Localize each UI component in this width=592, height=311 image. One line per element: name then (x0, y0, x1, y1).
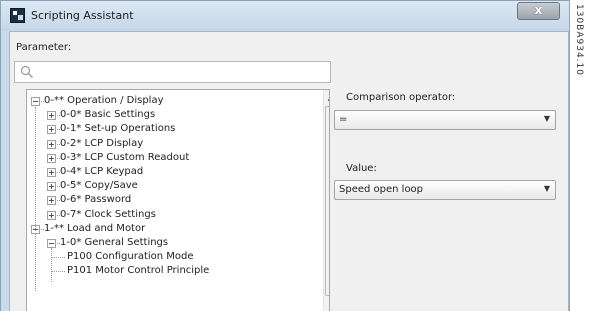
scroll-thumb[interactable] (325, 106, 329, 296)
tree-item[interactable]: 0-5* Copy/Save (60, 179, 138, 193)
tree-item[interactable]: 0-6* Password (60, 193, 131, 207)
tree-scrollbar[interactable]: ▲ (323, 90, 329, 311)
expand-icon[interactable] (47, 139, 56, 149)
tree-item[interactable]: 0-4* LCP Keypad (60, 165, 143, 179)
dialog-body: Parameter: ▲ 0-** Operation / Display0-0… (9, 31, 569, 311)
figure-code: 130BA934.10 (574, 4, 584, 77)
tree-item[interactable]: 0-1* Set-up Operations (60, 122, 175, 136)
parameter-search-input[interactable] (14, 61, 331, 83)
chevron-down-icon: ▼ (543, 184, 550, 193)
tree-item[interactable]: 0-7* Clock Settings (60, 208, 156, 222)
search-icon (20, 65, 33, 78)
app-icon (10, 8, 25, 23)
expand-icon[interactable] (47, 153, 56, 163)
tree-item[interactable]: 1-0* General Settings (60, 236, 168, 250)
expand-icon[interactable] (47, 111, 56, 121)
collapse-icon[interactable] (31, 97, 40, 106)
tree-item[interactable]: 0-0* Basic Settings (60, 108, 155, 122)
scroll-up-arrow-icon[interactable]: ▲ (324, 92, 329, 104)
expand-icon[interactable] (47, 182, 56, 192)
value-select-text: Speed open loop (339, 184, 424, 195)
expand-icon[interactable] (47, 210, 56, 220)
value-select[interactable]: Speed open loop ▼ (334, 180, 556, 200)
tree-item[interactable]: P100 Configuration Mode (67, 250, 194, 264)
value-label: Value: (346, 163, 377, 174)
expand-icon[interactable] (47, 125, 56, 135)
tree-item[interactable]: 1-** Load and Motor (44, 222, 145, 236)
comparison-operator-label: Comparison operator: (346, 92, 456, 103)
comparison-operator-value: = (339, 114, 348, 125)
expand-icon[interactable] (47, 196, 56, 206)
tree-item[interactable]: 0-3* LCP Custom Readout (60, 151, 189, 165)
parameter-label: Parameter: (16, 42, 72, 53)
collapse-icon[interactable] (47, 239, 56, 248)
tree-item[interactable]: 0-2* LCP Display (60, 137, 143, 151)
expand-icon[interactable] (47, 168, 56, 177)
tree-item[interactable]: 0-** Operation / Display (44, 94, 164, 108)
close-button[interactable]: x (517, 2, 560, 20)
chevron-down-icon: ▼ (543, 114, 550, 123)
title-bar[interactable]: Scripting Assistant x (1, 1, 569, 31)
parameter-tree[interactable]: ▲ 0-** Operation / Display0-0* Basic Set… (26, 89, 330, 311)
comparison-operator-select[interactable]: = ▼ (334, 110, 556, 130)
scripting-assistant-window: Scripting Assistant x Parameter: ▲ 0-** … (0, 0, 570, 311)
tree-item[interactable]: P101 Motor Control Principle (67, 264, 209, 278)
window-title: Scripting Assistant (31, 9, 134, 22)
